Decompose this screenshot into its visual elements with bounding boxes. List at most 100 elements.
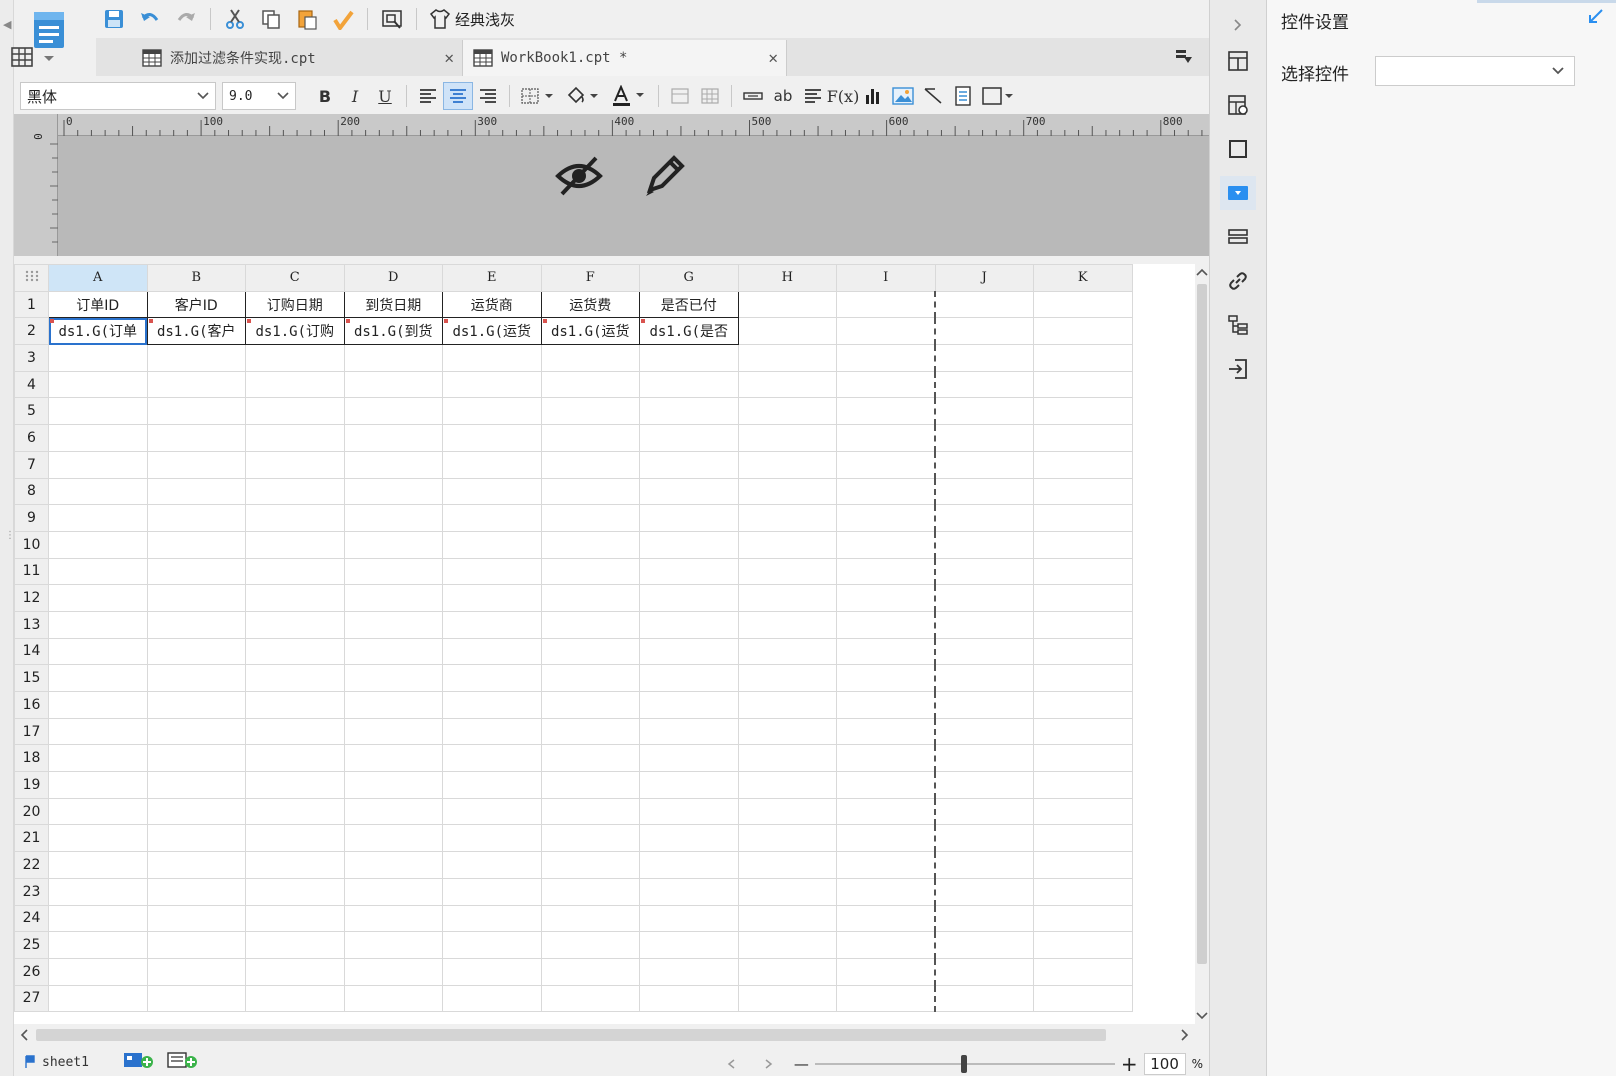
cell-h16[interactable] [737,691,837,719]
cell-a23[interactable] [48,877,148,906]
scroll-left-icon[interactable] [18,1028,30,1042]
font-color-button[interactable] [606,82,652,110]
cell-k16[interactable] [1033,691,1133,719]
cell-c19[interactable] [245,771,345,799]
cell-e20[interactable] [442,797,542,826]
cell-f17[interactable] [540,717,640,746]
row-header[interactable]: 8 [14,477,49,506]
cell-e15[interactable] [442,664,542,692]
column-header-h[interactable]: H [737,264,837,292]
next-sheet-icon[interactable] [762,1058,774,1070]
cell-h8[interactable] [737,477,837,506]
font-family-select[interactable]: 黑体 [20,82,216,110]
cell-b20[interactable] [146,797,246,826]
cell-d11[interactable] [343,557,443,586]
cell-e23[interactable] [442,877,542,906]
add-report-sheet-button[interactable] [123,1051,155,1073]
cell-f2[interactable]: ds1.G(运货 [540,317,640,346]
prev-sheet-icon[interactable] [726,1058,738,1070]
cell-f14[interactable] [540,637,640,666]
zoom-slider-knob[interactable] [960,1055,967,1073]
row-header[interactable]: 14 [14,637,49,666]
copy-button[interactable] [253,2,289,36]
cell-e10[interactable] [442,530,542,559]
cell-a7[interactable] [48,450,148,479]
row-header[interactable]: 12 [14,584,49,612]
column-header-j[interactable]: J [934,264,1034,292]
row-header[interactable]: 7 [14,450,49,479]
cell-b9[interactable] [146,504,246,532]
cell-b4[interactable] [146,370,246,399]
paste-button[interactable] [289,2,325,36]
cell-d5[interactable] [343,397,443,426]
cell-f5[interactable] [540,397,640,426]
cell-c7[interactable] [245,450,345,479]
cell-f12[interactable] [540,584,640,612]
cell-i5[interactable] [836,397,936,426]
cell-h2[interactable] [737,317,837,346]
row-header[interactable]: 16 [14,691,49,719]
cell-g2[interactable]: ds1.G(是否 [639,317,739,346]
row-header[interactable]: 4 [14,370,49,399]
cell-d8[interactable] [343,477,443,506]
column-header-e[interactable]: E [442,264,542,292]
cell-k3[interactable] [1033,344,1133,372]
cell-j11[interactable] [934,557,1034,586]
cell-c2[interactable]: ds1.G(订购 [245,317,345,346]
cell-d23[interactable] [343,877,443,906]
cell-g25[interactable] [639,931,739,959]
row-header[interactable]: 1 [14,290,49,319]
cell-k1[interactable] [1033,290,1133,319]
cell-e6[interactable] [442,424,542,452]
border-button[interactable] [516,82,560,110]
cell-f22[interactable] [540,851,640,879]
cell-i14[interactable] [836,637,936,666]
cell-c20[interactable] [245,797,345,826]
cell-c1[interactable]: 订购日期 [245,290,345,319]
scroll-up-icon[interactable] [1195,266,1209,278]
horizontal-scroll-thumb[interactable] [36,1029,1106,1041]
cell-i2[interactable] [836,317,936,346]
row-header[interactable]: 21 [14,824,49,853]
cell-b25[interactable] [146,931,246,959]
left-collapse-strip[interactable]: ◀ ⋮ [0,0,15,1076]
cell-i6[interactable] [836,424,936,452]
cell-b16[interactable] [146,691,246,719]
cell-h27[interactable] [737,984,837,1013]
cell-d1[interactable]: 到货日期 [343,290,443,319]
cell-i8[interactable] [836,477,936,506]
cell-a16[interactable] [48,691,148,719]
cell-e14[interactable] [442,637,542,666]
cell-a18[interactable] [48,744,148,773]
cell-h3[interactable] [737,344,837,372]
cell-g26[interactable] [639,957,739,986]
cell-i25[interactable] [836,931,936,959]
underline-button[interactable]: U [370,82,400,110]
cell-f21[interactable] [540,824,640,853]
cell-d9[interactable] [343,504,443,532]
cell-h10[interactable] [737,530,837,559]
cell-i23[interactable] [836,877,936,906]
cell-k8[interactable] [1033,477,1133,506]
cell-a10[interactable] [48,530,148,559]
import-button[interactable] [1220,352,1256,386]
cell-j3[interactable] [934,344,1034,372]
cell-a24[interactable] [48,904,148,933]
cell-e12[interactable] [442,584,542,612]
cell-f15[interactable] [540,664,640,692]
collapse-left-icon[interactable]: ◀ [3,18,11,31]
cell-g12[interactable] [639,584,739,612]
italic-button[interactable]: I [340,82,370,110]
cell-e1[interactable]: 运货商 [442,290,542,319]
cell-a3[interactable] [48,344,148,372]
cell-a1[interactable]: 订单ID [48,290,148,319]
row-header[interactable]: 2 [14,317,49,346]
row-header[interactable]: 20 [14,797,49,826]
cell-e25[interactable] [442,931,542,959]
zoom-out-button[interactable]: — [794,1055,809,1073]
insert-formula-button[interactable]: F(x) [827,82,860,110]
cell-h7[interactable] [737,450,837,479]
row-header[interactable]: 25 [14,931,49,959]
cell-g15[interactable] [639,664,739,692]
float-element-button[interactable] [1220,132,1256,166]
